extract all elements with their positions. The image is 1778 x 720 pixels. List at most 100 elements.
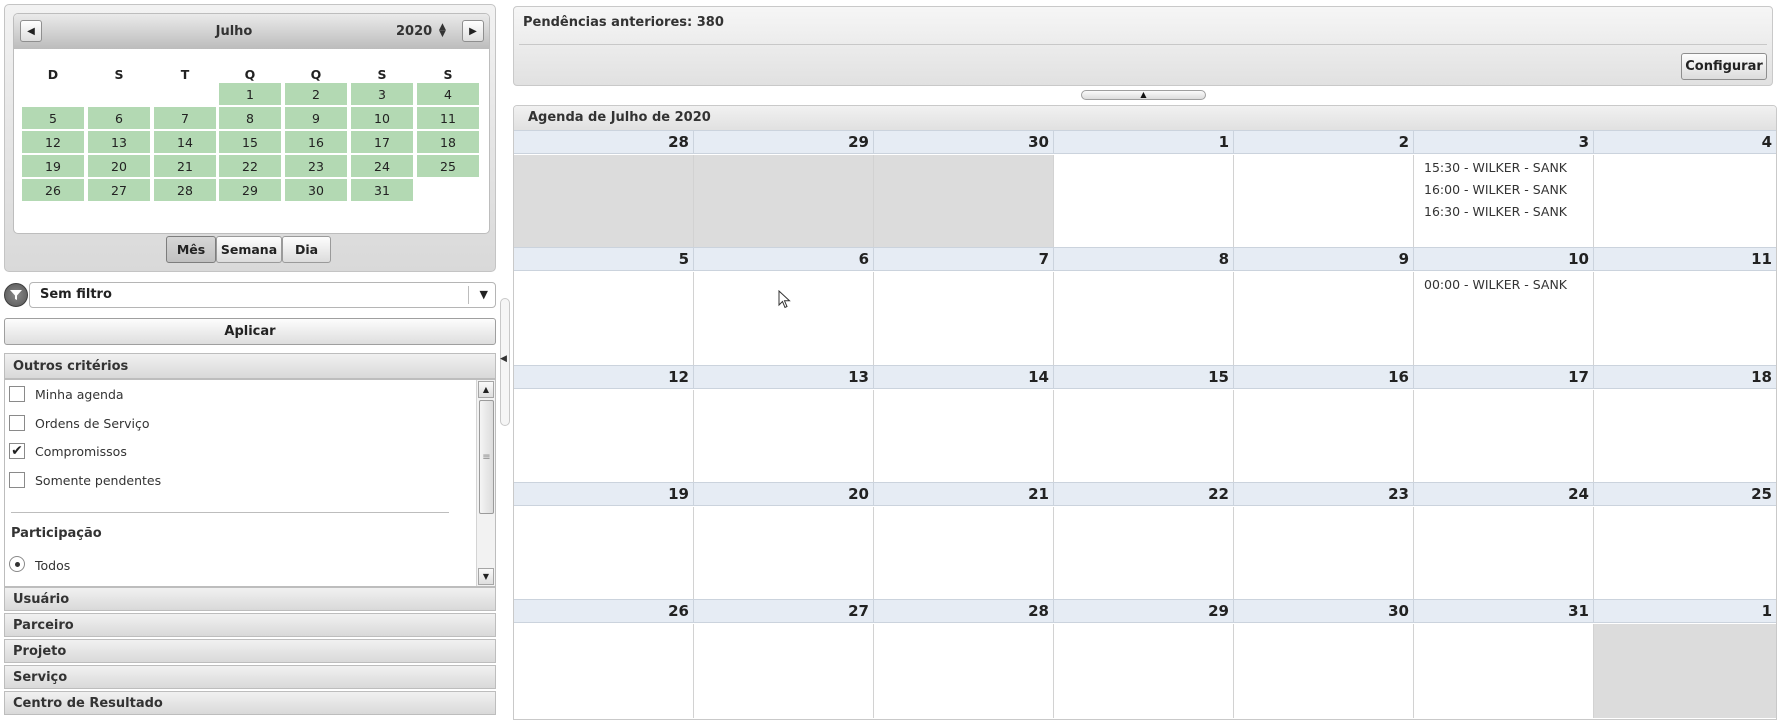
mini-calendar-day[interactable]: 23 (285, 155, 347, 177)
agenda-day-number[interactable]: 9 (1234, 247, 1414, 271)
mini-calendar-day[interactable]: 28 (154, 179, 216, 201)
agenda-day-cell[interactable] (1234, 507, 1414, 599)
agenda-day-number[interactable]: 22 (1054, 482, 1234, 506)
agenda-day-number[interactable]: 27 (694, 599, 874, 623)
agenda-day-cell[interactable] (874, 507, 1054, 599)
agenda-day-cell[interactable] (1414, 390, 1594, 482)
mini-calendar-day[interactable]: 27 (88, 179, 150, 201)
agenda-day-cell[interactable] (1594, 390, 1776, 482)
agenda-day-number[interactable]: 14 (874, 365, 1054, 389)
agenda-day-number[interactable]: 17 (1414, 365, 1594, 389)
agenda-day-cell[interactable] (1594, 272, 1776, 365)
collapse-top-panel-button[interactable]: ▲ (1081, 90, 1206, 100)
agenda-day-cell[interactable] (874, 624, 1054, 718)
mini-calendar-day[interactable]: 5 (22, 107, 84, 129)
agenda-day-cell[interactable] (1594, 624, 1776, 718)
agenda-day-number[interactable]: 23 (1234, 482, 1414, 506)
mini-calendar-day[interactable]: 12 (22, 131, 84, 153)
accordion-parceiro[interactable]: Parceiro (4, 613, 496, 637)
agenda-day-cell[interactable] (1234, 155, 1414, 247)
mini-calendar-day[interactable]: 14 (154, 131, 216, 153)
agenda-day-cell[interactable] (1054, 390, 1234, 482)
mini-calendar-day[interactable]: 19 (22, 155, 84, 177)
mini-calendar-day[interactable]: 17 (351, 131, 413, 153)
agenda-day-number[interactable]: 11 (1594, 247, 1776, 271)
agenda-day-cell[interactable] (694, 624, 874, 718)
agenda-day-number[interactable]: 26 (514, 599, 694, 623)
agenda-day-number[interactable]: 16 (1234, 365, 1414, 389)
radio-todos[interactable] (9, 556, 25, 572)
agenda-day-number[interactable]: 2 (1234, 130, 1414, 154)
mini-calendar-day[interactable]: 24 (351, 155, 413, 177)
accordion-usuario[interactable]: Usuário (4, 587, 496, 611)
agenda-day-cell[interactable] (694, 390, 874, 482)
agenda-day-number[interactable]: 13 (694, 365, 874, 389)
accordion-servico[interactable]: Serviço (4, 665, 496, 689)
criteria-header[interactable]: Outros critérios (4, 353, 496, 379)
agenda-day-number[interactable]: 29 (1054, 599, 1234, 623)
checkbox-minha-agenda[interactable] (9, 386, 25, 402)
agenda-day-number[interactable]: 3 (1414, 130, 1594, 154)
mini-calendar-day[interactable]: 20 (88, 155, 150, 177)
agenda-day-cell[interactable] (1234, 272, 1414, 365)
agenda-event[interactable]: 00:00 - WILKER - SANK (1424, 275, 1593, 294)
scroll-down-icon[interactable]: ▼ (478, 568, 494, 585)
mini-calendar-day[interactable]: 13 (88, 131, 150, 153)
scroll-up-icon[interactable]: ▲ (478, 381, 494, 398)
prev-month-button[interactable]: ◀ (20, 20, 42, 42)
filter-icon[interactable] (4, 283, 28, 307)
mini-calendar-day[interactable]: 8 (219, 107, 281, 129)
mini-calendar-day[interactable]: 7 (154, 107, 216, 129)
chevron-down-icon[interactable]: ▼ (480, 288, 488, 301)
year-label[interactable]: 2020 (396, 24, 432, 39)
agenda-day-cell[interactable] (514, 624, 694, 718)
mini-calendar-day[interactable]: 1 (219, 83, 281, 105)
agenda-day-number[interactable]: 4 (1594, 130, 1776, 154)
agenda-day-number[interactable]: 10 (1414, 247, 1594, 271)
mini-calendar-day[interactable]: 31 (351, 179, 413, 201)
agenda-day-cell[interactable] (1054, 272, 1234, 365)
agenda-day-cell[interactable] (1234, 624, 1414, 718)
agenda-day-number[interactable]: 30 (1234, 599, 1414, 623)
agenda-day-number[interactable]: 12 (514, 365, 694, 389)
agenda-day-number[interactable]: 1 (1054, 130, 1234, 154)
mini-calendar-day[interactable]: 29 (219, 179, 281, 201)
agenda-day-number[interactable]: 7 (874, 247, 1054, 271)
mini-calendar-day[interactable]: 15 (219, 131, 281, 153)
agenda-day-number[interactable]: 24 (1414, 482, 1594, 506)
day-view-button[interactable]: Dia (282, 236, 331, 263)
agenda-day-cell[interactable] (694, 155, 874, 247)
mini-calendar-day[interactable]: 11 (417, 107, 479, 129)
agenda-day-number[interactable]: 8 (1054, 247, 1234, 271)
month-view-button[interactable]: Mês (166, 236, 216, 263)
agenda-day-cell[interactable] (1234, 390, 1414, 482)
agenda-day-cell[interactable] (874, 390, 1054, 482)
mini-calendar-day[interactable]: 2 (285, 83, 347, 105)
agenda-day-cell[interactable] (1594, 155, 1776, 247)
agenda-day-number[interactable]: 1 (1594, 599, 1776, 623)
agenda-day-cell[interactable] (1054, 155, 1234, 247)
agenda-day-cell[interactable] (874, 155, 1054, 247)
agenda-day-cell[interactable] (514, 390, 694, 482)
agenda-event[interactable]: 16:00 - WILKER - SANK (1424, 180, 1593, 199)
mini-calendar-day[interactable]: 26 (22, 179, 84, 201)
week-view-button[interactable]: Semana (216, 236, 282, 263)
agenda-day-number[interactable]: 29 (694, 130, 874, 154)
agenda-day-cell[interactable] (694, 507, 874, 599)
mini-calendar-day[interactable]: 25 (417, 155, 479, 177)
agenda-day-number[interactable]: 28 (514, 130, 694, 154)
mini-calendar-day[interactable]: 9 (285, 107, 347, 129)
agenda-day-cell[interactable] (874, 272, 1054, 365)
agenda-day-number[interactable]: 30 (874, 130, 1054, 154)
mini-calendar-day[interactable]: 4 (417, 83, 479, 105)
checkbox-ordens-servico[interactable] (9, 415, 25, 431)
configure-button[interactable]: Configurar (1681, 53, 1767, 80)
apply-button[interactable]: Aplicar (4, 318, 496, 345)
mini-calendar-day[interactable]: 10 (351, 107, 413, 129)
agenda-day-number[interactable]: 20 (694, 482, 874, 506)
agenda-day-number[interactable]: 15 (1054, 365, 1234, 389)
agenda-event[interactable]: 15:30 - WILKER - SANK (1424, 158, 1593, 177)
agenda-day-cell[interactable] (1054, 624, 1234, 718)
agenda-day-cell[interactable] (1594, 507, 1776, 599)
agenda-day-cell[interactable] (694, 272, 874, 365)
